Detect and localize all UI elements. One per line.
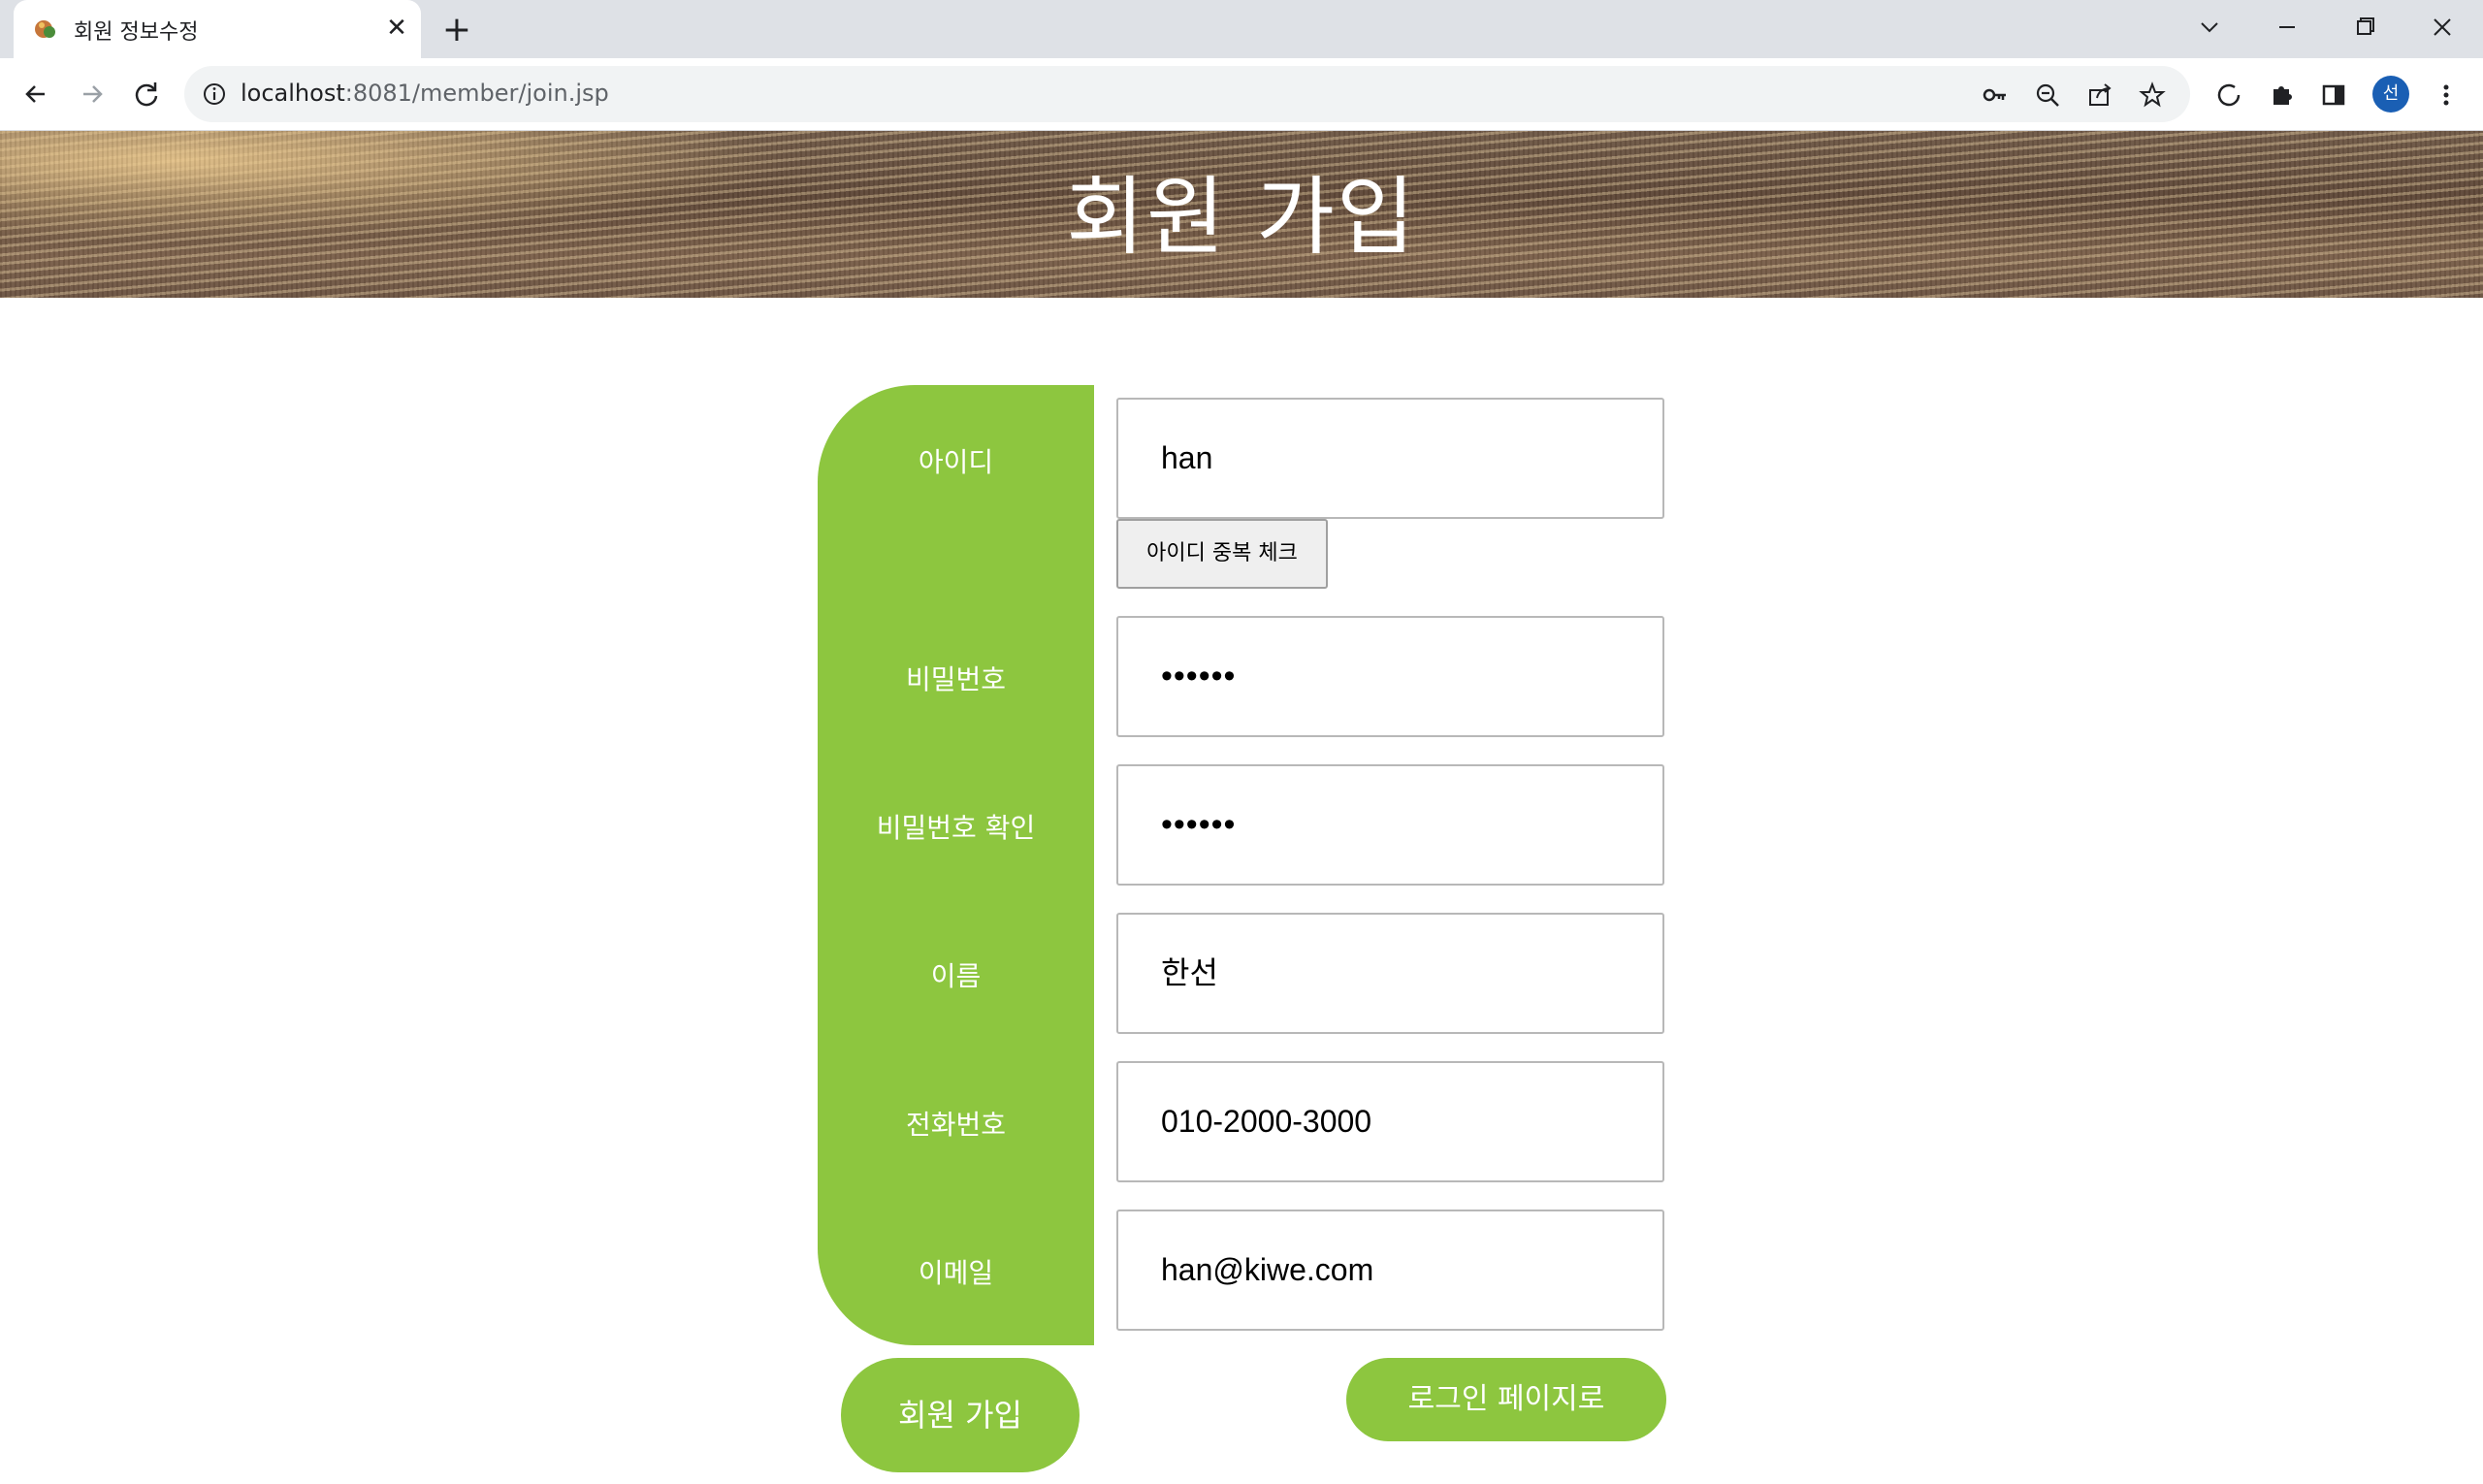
- go-to-login-button[interactable]: 로그인 페이지로: [1346, 1358, 1666, 1441]
- password-key-icon[interactable]: [1981, 81, 2010, 110]
- id-input[interactable]: han: [1116, 398, 1664, 519]
- id-duplicate-check-button[interactable]: 아이디 중복 체크: [1116, 519, 1328, 589]
- url-host: localhost: [241, 80, 345, 107]
- bookmark-star-icon[interactable]: [2138, 81, 2167, 110]
- phone-label: 전화번호: [905, 1109, 1007, 1141]
- tab-search-chevron-icon[interactable]: [2186, 8, 2233, 47]
- restore-icon[interactable]: [2341, 8, 2388, 47]
- close-window-icon[interactable]: [2419, 8, 2466, 47]
- form-label-panel: [818, 385, 1094, 1345]
- password-confirm-input[interactable]: ••••••: [1116, 764, 1664, 886]
- forward-arrow-icon[interactable]: [72, 74, 113, 114]
- page-title: 회원 가입: [1066, 167, 1417, 267]
- email-label: 이메일: [918, 1257, 994, 1289]
- phone-input[interactable]: 010-2000-3000: [1116, 1061, 1664, 1182]
- minimize-icon[interactable]: [2264, 8, 2310, 47]
- new-tab-icon[interactable]: +: [436, 10, 477, 50]
- id-label: 아이디: [918, 446, 994, 478]
- join-submit-button[interactable]: 회원 가입: [841, 1358, 1080, 1472]
- header-banner: 회원 가입: [0, 131, 2483, 298]
- close-tab-icon[interactable]: ✕: [380, 12, 413, 45]
- site-favicon-icon: [35, 20, 55, 38]
- name-label: 이름: [930, 960, 982, 992]
- tab-title: 회원 정보수정: [74, 20, 199, 45]
- extensions-puzzle-icon[interactable]: [2266, 80, 2297, 111]
- name-input[interactable]: 한선: [1116, 913, 1664, 1034]
- url-text[interactable]: localhost:8081/member/join.jsp: [241, 80, 609, 107]
- password-confirm-label: 비밀번호 확인: [876, 812, 1036, 844]
- email-input[interactable]: han@kiwe.com: [1116, 1210, 1664, 1331]
- side-panel-icon[interactable]: [2318, 80, 2349, 111]
- password-input[interactable]: ••••••: [1116, 616, 1664, 737]
- profile-avatar[interactable]: 선: [2372, 76, 2409, 113]
- refresh-extension-icon[interactable]: [2213, 80, 2244, 111]
- browser-tab-bar: 회원 정보수정 ✕ +: [0, 0, 2483, 58]
- more-menu-icon[interactable]: [2431, 80, 2462, 111]
- password-label: 비밀번호: [905, 663, 1007, 695]
- browser-tab[interactable]: 회원 정보수정 ✕: [14, 0, 421, 58]
- zoom-out-icon[interactable]: [2033, 81, 2062, 110]
- share-icon[interactable]: [2085, 81, 2114, 110]
- address-bar[interactable]: localhost:8081/member/join.jsp: [184, 66, 2190, 122]
- url-path: :8081/member/join.jsp: [344, 80, 609, 107]
- site-info-icon[interactable]: [202, 81, 227, 107]
- back-arrow-icon[interactable]: [16, 74, 56, 114]
- reload-icon[interactable]: [126, 74, 167, 114]
- browser-toolbar: localhost:8081/member/join.jsp 선: [0, 58, 2483, 131]
